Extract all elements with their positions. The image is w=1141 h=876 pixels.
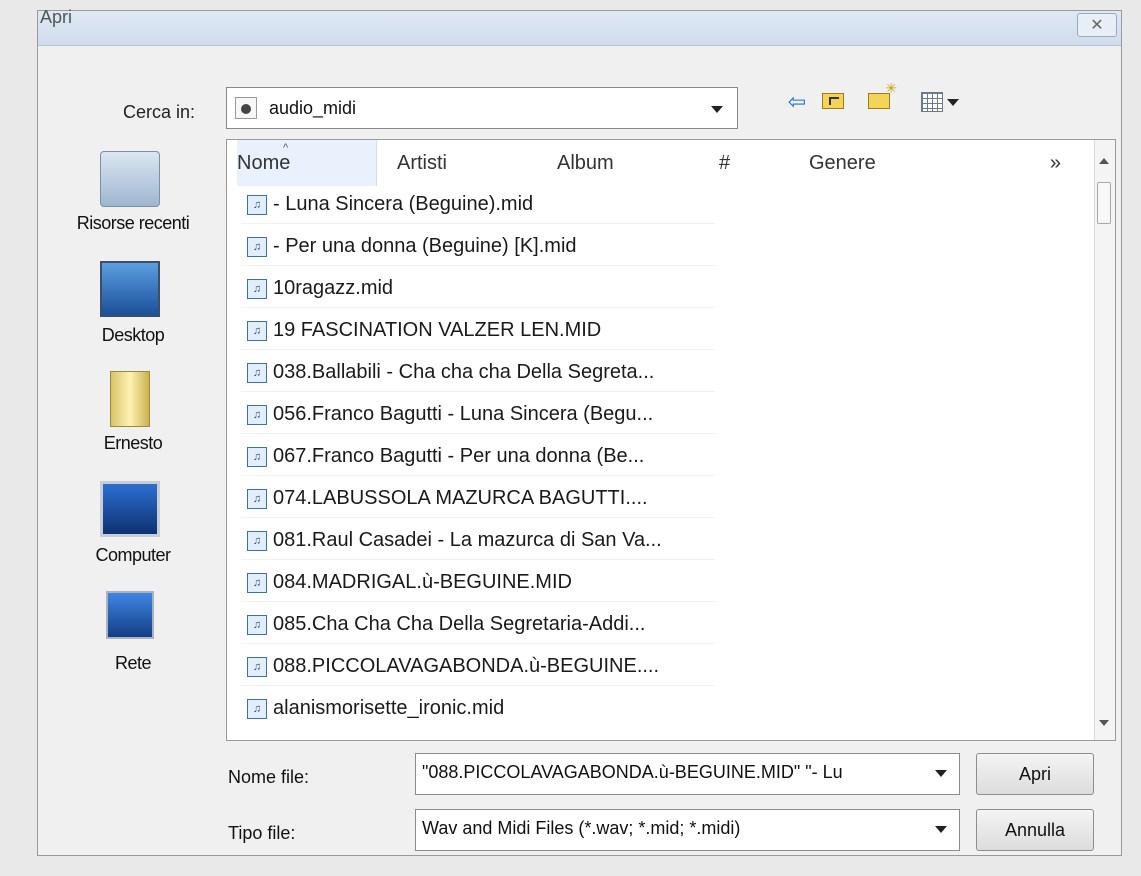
scroll-down-icon[interactable] bbox=[1099, 720, 1109, 726]
column-artisti[interactable]: Artisti bbox=[397, 152, 447, 175]
cancel-button[interactable]: Annulla bbox=[976, 809, 1094, 851]
look-in-dropdown[interactable]: audio_midi bbox=[226, 87, 738, 129]
column-album[interactable]: Album bbox=[557, 152, 614, 175]
vertical-scrollbar[interactable] bbox=[1094, 140, 1115, 740]
file-type-value: Wav and Midi Files (*.wav; *.mid; *.midi… bbox=[422, 818, 741, 838]
list-item[interactable]: ♫ - Luna Sincera (Beguine).mid bbox=[241, 186, 715, 224]
list-item[interactable]: ♫ - Per una donna (Beguine) [K].mid bbox=[241, 228, 715, 266]
midi-file-icon: ♫ bbox=[247, 195, 267, 215]
list-item[interactable]: ♫ 10ragazz.mid bbox=[241, 270, 715, 308]
midi-file-icon: ♫ bbox=[247, 657, 267, 677]
place-label: Desktop bbox=[101, 325, 165, 345]
back-arrow-icon[interactable]: ⇦ bbox=[783, 87, 811, 117]
sort-ascending-icon: ^ bbox=[283, 142, 289, 154]
recent-places-icon bbox=[100, 151, 160, 207]
speaker-icon bbox=[235, 97, 257, 119]
list-item[interactable]: ♫ 19 FASCINATION VALZER LEN.MID bbox=[241, 312, 715, 350]
chevron-down-icon[interactable] bbox=[935, 826, 947, 833]
chevron-down-icon[interactable] bbox=[935, 770, 947, 777]
chevron-down-icon[interactable] bbox=[711, 106, 723, 113]
midi-file-icon: ♫ bbox=[247, 489, 267, 509]
midi-file-icon: ♫ bbox=[247, 321, 267, 341]
file-type-label: Tipo file: bbox=[228, 823, 296, 843]
list-item[interactable]: ♫ 056.Franco Bagutti - Luna Sincera (Begu… bbox=[241, 396, 715, 434]
place-label: Ernesto bbox=[103, 433, 163, 453]
scroll-up-icon[interactable] bbox=[1099, 158, 1109, 164]
dialog-title: Apri bbox=[40, 7, 73, 27]
user-folder-icon bbox=[110, 371, 150, 427]
midi-file-icon: ♫ bbox=[247, 699, 267, 719]
midi-file-icon: ♫ bbox=[247, 531, 267, 551]
list-item[interactable]: ♫ 084.MADRIGAL.ù-BEGUINE.MID bbox=[241, 564, 715, 602]
midi-file-icon: ♫ bbox=[247, 237, 267, 257]
midi-file-icon: ♫ bbox=[247, 573, 267, 593]
list-item[interactable]: ♫ alanismorisette_ironic.mid bbox=[241, 690, 715, 728]
more-columns-icon[interactable]: » bbox=[1050, 152, 1061, 175]
desktop-icon bbox=[100, 261, 160, 317]
list-item[interactable]: ♫ 038.Ballabili - Cha cha cha Della Segre… bbox=[241, 354, 715, 392]
new-folder-icon[interactable]: ✳ bbox=[865, 81, 897, 117]
computer-icon bbox=[100, 481, 160, 537]
view-menu-icon[interactable] bbox=[919, 87, 959, 117]
place-label: Risorse recenti bbox=[76, 213, 190, 233]
list-item[interactable]: ♫ 081.Raul Casadei - La mazurca di San Va… bbox=[241, 522, 715, 560]
column-number[interactable]: # bbox=[719, 152, 730, 175]
column-genere[interactable]: Genere bbox=[809, 152, 876, 175]
up-folder-icon[interactable] bbox=[819, 87, 847, 117]
file-name-value: "088.PICCOLAVAGABONDA.ù-BEGUINE.MID" "- … bbox=[422, 762, 843, 782]
network-icon bbox=[106, 591, 154, 639]
look-in-label: Cerca in: bbox=[123, 102, 196, 122]
file-name-label: Nome file: bbox=[228, 767, 310, 787]
column-nome-label: Nome bbox=[237, 152, 291, 174]
scroll-thumb[interactable] bbox=[1097, 182, 1111, 224]
list-item[interactable]: ♫ 085.Cha Cha Cha Della Segretaria-Addi..… bbox=[241, 606, 715, 644]
list-item[interactable]: ♫ 088.PICCOLAVAGABONDA.ù-BEGUINE.... bbox=[241, 648, 715, 686]
midi-file-icon: ♫ bbox=[247, 447, 267, 467]
open-file-dialog: Apri ✕ Cerca in: audio_midi ⇦ ✳ Risorse … bbox=[37, 7, 1122, 856]
column-nome[interactable]: Nome ^ bbox=[237, 140, 377, 186]
file-type-select[interactable]: Wav and Midi Files (*.wav; *.mid; *.midi… bbox=[415, 809, 960, 851]
look-in-value: audio_midi bbox=[269, 98, 357, 118]
close-icon[interactable]: ✕ bbox=[1077, 13, 1117, 37]
file-name-input[interactable]: "088.PICCOLAVAGABONDA.ù-BEGUINE.MID" "- … bbox=[415, 753, 960, 795]
midi-file-icon: ♫ bbox=[247, 615, 267, 635]
file-list[interactable]: Nome ^ Artisti Album # Genere » ♫ - Luna … bbox=[226, 139, 1116, 741]
place-label: Rete bbox=[114, 653, 152, 673]
column-header: Nome ^ Artisti Album # Genere » bbox=[227, 140, 1095, 186]
midi-file-icon: ♫ bbox=[247, 405, 267, 425]
list-item[interactable]: ♫ 067.Franco Bagutti - Per una donna (Be.… bbox=[241, 438, 715, 476]
midi-file-icon: ♫ bbox=[247, 363, 267, 383]
list-item[interactable]: ♫ 074.LABUSSOLA MAZURCA BAGUTTI.... bbox=[241, 480, 715, 518]
title-bar[interactable]: Apri ✕ bbox=[38, 7, 1121, 46]
midi-file-icon: ♫ bbox=[247, 279, 267, 299]
place-label: Computer bbox=[95, 545, 171, 565]
open-button[interactable]: Apri bbox=[976, 753, 1094, 795]
